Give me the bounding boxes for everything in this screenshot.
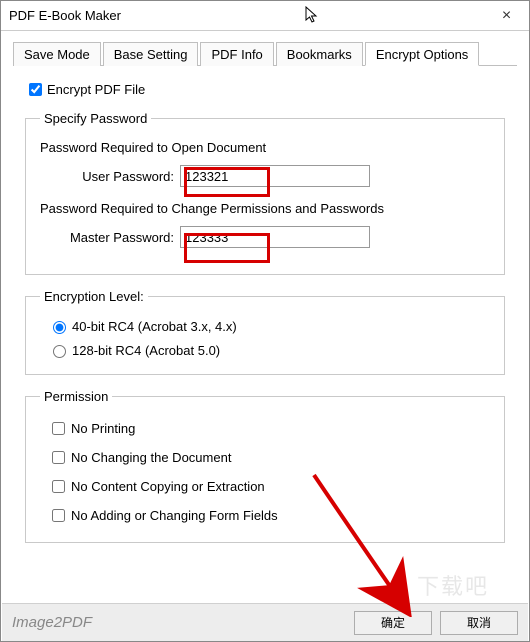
user-password-label: User Password: — [60, 169, 180, 184]
perm-no-forms-row: No Adding or Changing Form Fields — [40, 501, 490, 530]
open-doc-label: Password Required to Open Document — [40, 140, 490, 155]
perm-no-changing-label: No Changing the Document — [71, 450, 231, 465]
enc-128bit-label: 128-bit RC4 (Acrobat 5.0) — [72, 343, 220, 358]
perm-no-changing-checkbox[interactable] — [52, 451, 65, 464]
enc-128bit-row: 128-bit RC4 (Acrobat 5.0) — [40, 338, 490, 362]
enc-40bit-radio[interactable] — [53, 321, 66, 334]
user-password-row: User Password: — [40, 165, 490, 187]
enc-40bit-label: 40-bit RC4 (Acrobat 3.x, 4.x) — [72, 319, 237, 334]
perm-no-changing-row: No Changing the Document — [40, 443, 490, 472]
tab-pdf-info[interactable]: PDF Info — [200, 42, 273, 66]
tab-save-mode[interactable]: Save Mode — [13, 42, 101, 66]
user-password-input[interactable] — [180, 165, 370, 187]
perm-no-printing-checkbox[interactable] — [52, 422, 65, 435]
content-area: Encrypt PDF File Specify Password Passwo… — [1, 66, 529, 543]
perm-no-printing-label: No Printing — [71, 421, 135, 436]
cancel-button[interactable]: 取消 — [440, 611, 518, 635]
encryption-level-group: Encryption Level: 40-bit RC4 (Acrobat 3.… — [25, 289, 505, 375]
master-password-input[interactable] — [180, 226, 370, 248]
footer-buttons: 确定 取消 — [354, 611, 518, 635]
enc-40bit-row: 40-bit RC4 (Acrobat 3.x, 4.x) — [40, 314, 490, 338]
master-password-row: Master Password: — [40, 226, 490, 248]
change-perm-label: Password Required to Change Permissions … — [40, 201, 490, 216]
encryption-level-legend: Encryption Level: — [40, 289, 148, 304]
ok-button[interactable]: 确定 — [354, 611, 432, 635]
permission-group: Permission No Printing No Changing the D… — [25, 389, 505, 543]
close-button[interactable]: × — [484, 1, 529, 31]
encrypt-pdf-row: Encrypt PDF File — [25, 80, 505, 99]
perm-no-printing-row: No Printing — [40, 414, 490, 443]
perm-no-copy-row: No Content Copying or Extraction — [40, 472, 490, 501]
specify-password-group: Specify Password Password Required to Op… — [25, 111, 505, 275]
perm-no-copy-label: No Content Copying or Extraction — [71, 479, 265, 494]
tab-bar: Save Mode Base Setting PDF Info Bookmark… — [13, 41, 517, 66]
tab-base-setting[interactable]: Base Setting — [103, 42, 199, 66]
brand-label: Image2PDF — [12, 614, 92, 631]
close-icon: × — [502, 7, 511, 25]
perm-no-copy-checkbox[interactable] — [52, 480, 65, 493]
specify-password-legend: Specify Password — [40, 111, 151, 126]
tab-encrypt-options[interactable]: Encrypt Options — [365, 42, 480, 66]
perm-no-forms-label: No Adding or Changing Form Fields — [71, 508, 278, 523]
perm-no-forms-checkbox[interactable] — [52, 509, 65, 522]
encrypt-pdf-label: Encrypt PDF File — [47, 82, 145, 97]
tab-bookmarks[interactable]: Bookmarks — [276, 42, 363, 66]
enc-128bit-radio[interactable] — [53, 345, 66, 358]
encrypt-pdf-checkbox[interactable] — [29, 83, 42, 96]
permission-legend: Permission — [40, 389, 112, 404]
master-password-label: Master Password: — [60, 230, 180, 245]
titlebar: PDF E-Book Maker × — [1, 1, 529, 31]
footer: Image2PDF 确定 取消 — [2, 603, 528, 641]
watermark-text: 下载吧 — [417, 569, 489, 601]
window-title: PDF E-Book Maker — [9, 8, 121, 23]
